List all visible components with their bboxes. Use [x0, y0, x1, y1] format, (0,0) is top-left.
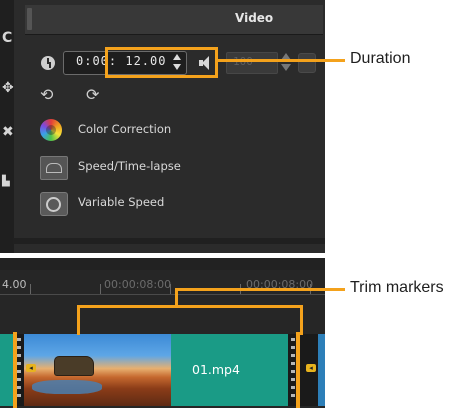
panel-divider — [13, 238, 325, 244]
time-ruler[interactable] — [0, 294, 325, 295]
rotate-left-icon[interactable]: ⟲ — [40, 85, 53, 104]
duration-highlight — [105, 47, 218, 78]
trim-markers-callout: Trim markers — [350, 279, 444, 296]
trim-leader-line — [175, 288, 345, 291]
trim-bracket-left — [77, 305, 80, 335]
volume-spin-icon[interactable] — [280, 53, 294, 71]
next-clip[interactable]: ◂ — [300, 334, 325, 406]
duration-leader-line — [215, 59, 345, 62]
trim-marker-right[interactable] — [296, 332, 300, 408]
previous-clip[interactable] — [0, 334, 14, 406]
speed-icon — [40, 156, 68, 180]
color-correction-label: Color Correction — [78, 122, 172, 136]
options-panel: C ✥ ✖ ▙ Video 0:00: 12.00 100 ⟲ ⟳ Color … — [0, 0, 325, 253]
volume-field[interactable]: 100 — [226, 52, 278, 74]
variable-speed-label: Variable Speed — [78, 195, 165, 209]
ruler-tick — [30, 284, 31, 294]
speed-timelapse-label: Speed/Time-lapse — [78, 159, 181, 173]
ruler-tick — [100, 284, 101, 294]
thumbnail-vehicle — [54, 356, 94, 376]
panel-header: Video — [25, 5, 323, 35]
next-clip-thumbnail — [318, 334, 325, 406]
trim-marker-left[interactable] — [13, 332, 17, 408]
toolbar-icon[interactable]: ✥ — [2, 80, 14, 96]
ruler-header — [0, 258, 325, 270]
trim-bracket-right — [300, 305, 303, 335]
toolbar-icon[interactable]: C — [2, 30, 12, 46]
left-toolbar-strip: C ✥ ✖ ▙ — [0, 0, 14, 253]
header-grip — [27, 8, 32, 30]
thumbnail-puddle — [32, 380, 102, 394]
clip-name: 01.mp4 — [192, 362, 240, 377]
color-wheel-icon — [40, 119, 62, 141]
rotate-right-icon[interactable]: ⟳ — [86, 85, 99, 104]
clip-thumbnail — [24, 334, 171, 406]
tab-video[interactable]: Video — [235, 11, 273, 25]
variable-speed-icon — [40, 192, 68, 216]
audio-indicator-icon: ◂ — [26, 364, 36, 372]
ruler-label: 00:00:08:00 — [104, 278, 172, 291]
audio-indicator-icon: ◂ — [306, 364, 316, 372]
clock-icon — [41, 56, 55, 70]
toolbar-icon[interactable]: ✖ — [2, 124, 14, 140]
ruler-label: 4.00 — [2, 278, 27, 291]
toolbar-icon[interactable]: ▙ — [2, 176, 10, 187]
video-clip[interactable]: 01.mp4 ◂ — [14, 334, 298, 406]
duration-callout: Duration — [350, 50, 411, 67]
volume-options-button[interactable] — [298, 53, 316, 73]
trim-bracket-top — [77, 305, 303, 308]
